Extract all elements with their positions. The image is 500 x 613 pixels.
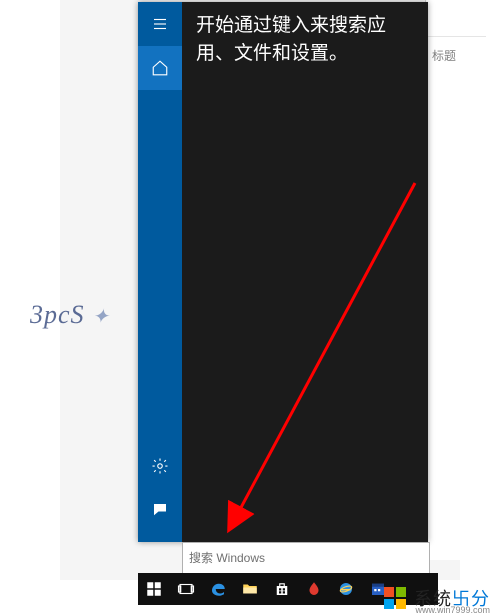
gear-icon xyxy=(151,457,169,475)
watermark-deco: ✦ xyxy=(92,306,110,328)
cortana-search-panel: 开始通过键入来搜索应用、文件和设置。 xyxy=(138,2,428,542)
brand-sub-url: www.win7999.com xyxy=(415,605,490,613)
feedback-button[interactable] xyxy=(138,488,182,532)
cortana-rail xyxy=(138,2,182,542)
settings-button[interactable] xyxy=(138,444,182,488)
background-window-tab[interactable]: 标题 xyxy=(426,37,486,74)
windows-logo-icon xyxy=(384,587,406,609)
cortana-main: 开始通过键入来搜索应用、文件和设置。 xyxy=(182,2,428,542)
page-root: 3pcS ✦ 标题 xyxy=(0,0,500,613)
hamburger-icon xyxy=(151,15,169,33)
feedback-icon xyxy=(151,501,169,519)
home-button[interactable] xyxy=(138,46,182,90)
background-window-header xyxy=(426,0,486,37)
background-window: 标题 xyxy=(425,0,486,560)
search-input[interactable] xyxy=(183,543,429,573)
watermark-text: 3pcS xyxy=(30,300,85,329)
home-icon xyxy=(151,59,169,77)
menu-button[interactable] xyxy=(138,2,182,46)
cortana-hint-text: 开始通过键入来搜索应用、文件和设置。 xyxy=(182,2,428,77)
watermark: 3pcS ✦ xyxy=(30,300,110,330)
search-box[interactable] xyxy=(182,542,430,574)
